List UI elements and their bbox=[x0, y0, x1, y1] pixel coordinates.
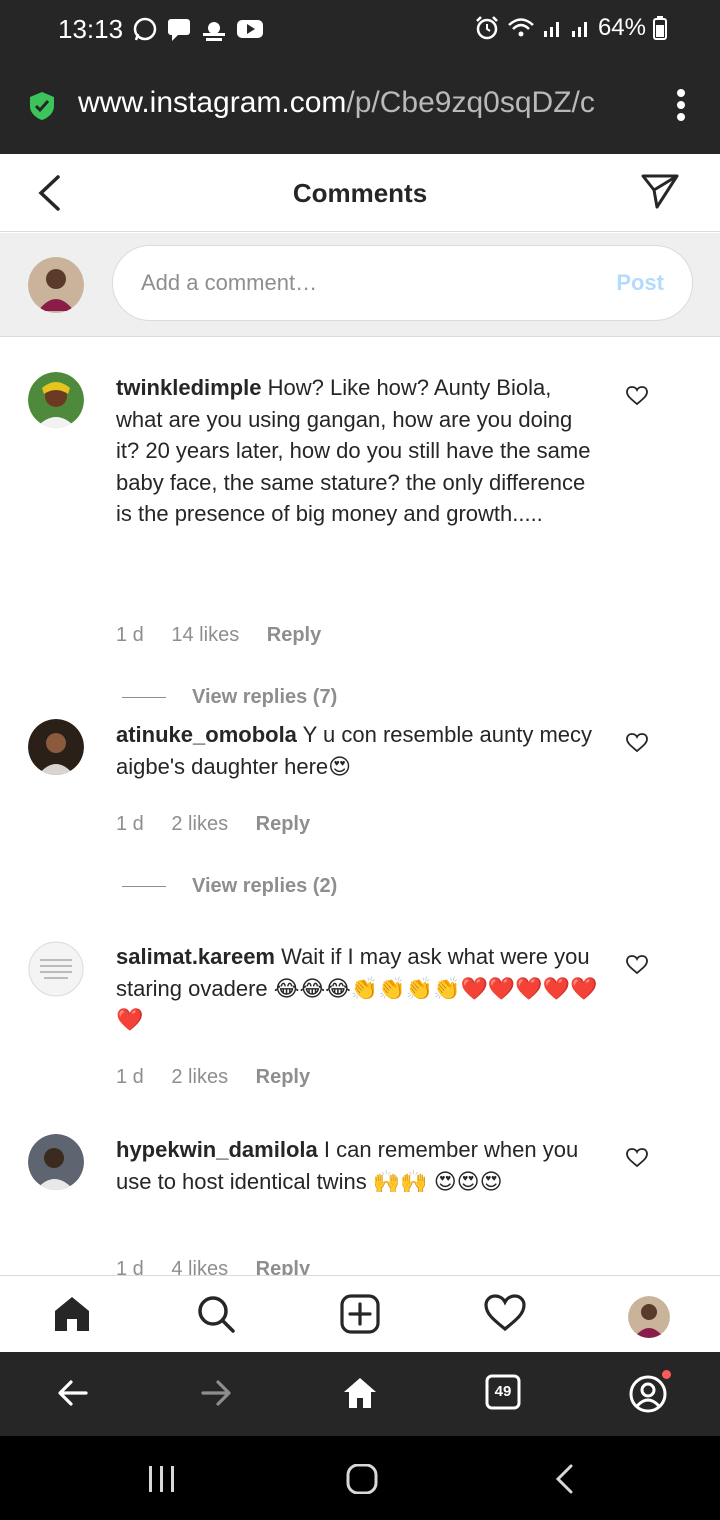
comment-username[interactable]: hypekwin_damilola bbox=[116, 1137, 318, 1162]
browser-account-button[interactable] bbox=[628, 1370, 671, 1419]
signal-icon-2 bbox=[571, 22, 587, 37]
view-replies-button[interactable]: View replies (7) bbox=[122, 686, 337, 709]
comment-meta: 1 d 2 likes Reply bbox=[116, 1066, 332, 1089]
alarm-icon bbox=[476, 16, 498, 40]
tab-count: 49 bbox=[494, 1383, 512, 1400]
comment-likes[interactable]: 2 likes bbox=[171, 1066, 228, 1088]
post-button[interactable]: Post bbox=[616, 270, 664, 296]
status-bar: 13:13 64% bbox=[0, 0, 720, 58]
comment-likes[interactable]: 14 likes bbox=[171, 624, 239, 646]
recent-apps-icon[interactable] bbox=[146, 1464, 178, 1494]
comment-time: 1 d bbox=[116, 1066, 144, 1088]
comment-time: 1 d bbox=[116, 1258, 144, 1275]
browser-toolbar: 49 bbox=[0, 1352, 720, 1436]
comment-list[interactable]: twinkledimple How? Like how? Aunty Biola… bbox=[0, 338, 720, 1275]
comment-body: twinkledimple How? Like how? Aunty Biola… bbox=[116, 372, 600, 530]
url-path: /p/Cbe9zq0sqDZ/c bbox=[346, 86, 595, 119]
commenter-avatar[interactable] bbox=[28, 941, 84, 997]
browser-home-icon[interactable] bbox=[342, 1376, 378, 1410]
url-text[interactable]: www.instagram.com/p/Cbe9zq0sqDZ/c bbox=[78, 86, 644, 120]
comment-username[interactable]: salimat.kareem bbox=[116, 944, 275, 969]
comment-time: 1 d bbox=[116, 813, 144, 835]
profile-avatar[interactable] bbox=[628, 1296, 670, 1338]
commenter-avatar[interactable] bbox=[28, 1134, 84, 1190]
comment-meta: 1 d 4 likes Reply bbox=[116, 1258, 332, 1275]
like-heart-icon[interactable] bbox=[626, 1148, 648, 1168]
comment-meta: 1 d 2 likes Reply bbox=[116, 813, 332, 836]
system-back-icon[interactable] bbox=[552, 1464, 576, 1494]
comment-likes[interactable]: 2 likes bbox=[171, 813, 228, 835]
browser-back-icon[interactable] bbox=[56, 1376, 90, 1410]
system-navigation-bar bbox=[0, 1436, 720, 1520]
comment-username[interactable]: twinkledimple bbox=[116, 375, 261, 400]
comment-body: salimat.kareem Wait if I may ask what we… bbox=[116, 941, 600, 1036]
page-title: Comments bbox=[292, 178, 428, 208]
current-user-avatar[interactable] bbox=[28, 257, 84, 313]
tabs-button[interactable]: 49 bbox=[482, 1372, 524, 1419]
activity-heart-icon[interactable] bbox=[484, 1294, 526, 1332]
home-icon[interactable] bbox=[52, 1294, 92, 1334]
like-heart-icon[interactable] bbox=[626, 733, 648, 753]
commenter-avatar[interactable] bbox=[28, 372, 84, 428]
comment-box: Post bbox=[112, 245, 693, 321]
reply-button[interactable]: Reply bbox=[256, 813, 310, 835]
account-circle-icon bbox=[629, 1375, 667, 1413]
comment-body: atinuke_omobola Y u con resemble aunty m… bbox=[116, 719, 600, 782]
system-home-icon[interactable] bbox=[346, 1464, 378, 1494]
new-post-icon[interactable] bbox=[340, 1294, 380, 1334]
view-replies-label: View replies (7) bbox=[192, 686, 338, 708]
like-heart-icon[interactable] bbox=[626, 955, 648, 975]
status-time: 13:13 bbox=[58, 14, 124, 44]
whatsapp-icon bbox=[133, 17, 157, 41]
message-icon bbox=[168, 19, 190, 41]
reply-button[interactable]: Reply bbox=[267, 624, 321, 646]
reply-button[interactable]: Reply bbox=[256, 1066, 310, 1088]
comment-likes[interactable]: 4 likes bbox=[171, 1258, 228, 1275]
weather-icon bbox=[203, 22, 225, 41]
view-replies-label: View replies (2) bbox=[192, 875, 338, 897]
comment-body: hypekwin_damilola I can remember when yo… bbox=[116, 1134, 600, 1197]
browser-url-bar[interactable]: www.instagram.com/p/Cbe9zq0sqDZ/c bbox=[0, 58, 720, 154]
search-icon[interactable] bbox=[196, 1294, 236, 1334]
commenter-avatar[interactable] bbox=[28, 719, 84, 775]
secure-shield-icon bbox=[30, 92, 54, 120]
url-domain: www.instagram.com bbox=[78, 86, 347, 119]
divider-line bbox=[122, 886, 166, 887]
bottom-navigation bbox=[0, 1275, 720, 1351]
browser-forward-icon[interactable] bbox=[199, 1376, 233, 1410]
comment-username[interactable]: atinuke_omobola bbox=[116, 722, 297, 747]
battery-icon bbox=[653, 16, 667, 40]
signal-icon bbox=[543, 22, 559, 37]
more-vertical-icon[interactable] bbox=[676, 88, 686, 122]
like-heart-icon[interactable] bbox=[626, 386, 648, 406]
comment-meta: 1 d 14 likes Reply bbox=[116, 624, 343, 647]
comment-input[interactable] bbox=[141, 246, 581, 320]
notification-dot bbox=[662, 1370, 671, 1379]
wifi-icon bbox=[508, 18, 534, 37]
comment-composer: Post bbox=[0, 233, 720, 337]
battery-percent: 64% bbox=[597, 14, 646, 41]
comment-time: 1 d bbox=[116, 624, 144, 646]
reply-button[interactable]: Reply bbox=[256, 1258, 310, 1275]
youtube-icon bbox=[237, 20, 263, 38]
view-replies-button[interactable]: View replies (2) bbox=[122, 875, 337, 898]
comments-header: Comments bbox=[0, 154, 720, 232]
divider-line bbox=[122, 697, 166, 698]
direct-send-icon[interactable] bbox=[640, 172, 680, 210]
